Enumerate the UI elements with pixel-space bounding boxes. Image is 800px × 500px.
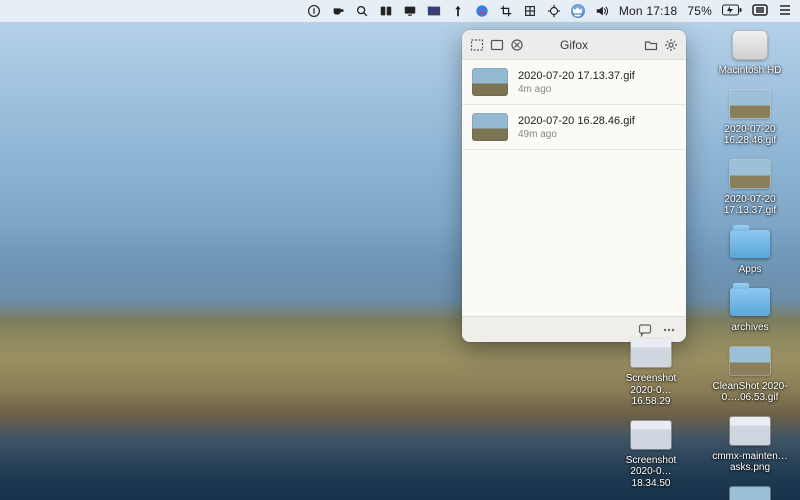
target-icon[interactable] bbox=[547, 4, 561, 18]
recording-item[interactable]: 2020-07-20 16.28.46.gif 49m ago bbox=[462, 105, 686, 150]
desktop-column-2: Macintosh HD 2020-07-20 16.28.46.gif 2020-… bbox=[710, 28, 790, 500]
file-glyph bbox=[726, 227, 774, 261]
more-icon[interactable] bbox=[662, 323, 676, 337]
menu-bar: Mon 17:18 75% bbox=[0, 0, 800, 22]
file-glyph bbox=[726, 414, 774, 448]
recording-filename: 2020-07-20 16.28.46.gif bbox=[518, 115, 635, 127]
gifox-popover-header: Gifox bbox=[462, 30, 686, 60]
gifox-popover: Gifox 2020-07-20 17.13.37.gif 4m ago 202… bbox=[462, 30, 686, 342]
notification-center-icon[interactable] bbox=[778, 3, 792, 20]
search-icon[interactable] bbox=[355, 4, 369, 18]
desktop-icon-label: CleanShot 2020-0….06.53.gif bbox=[711, 381, 789, 404]
flag-icon[interactable] bbox=[427, 4, 441, 18]
menu-bar-status-icons bbox=[307, 4, 609, 18]
desktop-icon[interactable]: Screenshot 2020-0…18.34.50 bbox=[611, 418, 691, 490]
desktop-icon[interactable]: archives bbox=[710, 285, 790, 334]
file-glyph bbox=[627, 418, 675, 452]
volume-icon[interactable] bbox=[595, 4, 609, 18]
desktop-icon-label: 2020-07-20 17.13.37.gif bbox=[711, 194, 789, 217]
safari-icon[interactable] bbox=[475, 4, 489, 18]
display-icon[interactable] bbox=[403, 4, 417, 18]
desktop-icon[interactable]: declutter-archives.gif bbox=[710, 484, 790, 500]
file-glyph bbox=[726, 344, 774, 378]
desktop-column-1: Screenshot 2020-0…16.58.29 Screenshot 202… bbox=[611, 336, 691, 500]
desktop-icon[interactable]: Macintosh HD bbox=[710, 28, 790, 77]
desktop-icon-label: Macintosh HD bbox=[719, 65, 782, 77]
desktop-icon[interactable]: cmmx-mainten…asks.png bbox=[710, 414, 790, 474]
desktop-icon-label: Apps bbox=[739, 264, 762, 276]
desktop-icon-label: archives bbox=[731, 322, 768, 334]
feedback-icon[interactable] bbox=[638, 323, 652, 337]
menu-bar-battery-percent[interactable]: 75% bbox=[687, 4, 712, 18]
desktop-icon[interactable]: CleanShot 2020-0….06.53.gif bbox=[710, 344, 790, 404]
file-glyph bbox=[726, 157, 774, 191]
recordings-list: 2020-07-20 17.13.37.gif 4m ago 2020-07-2… bbox=[462, 60, 686, 316]
desktop-icon[interactable]: 2020-07-20 17.13.37.gif bbox=[710, 157, 790, 217]
file-glyph bbox=[627, 336, 675, 370]
gifox-popover-title: Gifox bbox=[462, 38, 686, 52]
desktop-icon-label: 2020-07-20 16.28.46.gif bbox=[711, 124, 789, 147]
desktop-icon-label: cmmx-mainten…asks.png bbox=[711, 451, 789, 474]
recording-filename: 2020-07-20 17.13.37.gif bbox=[518, 70, 635, 82]
arrow-icon[interactable] bbox=[451, 4, 465, 18]
control-strip-icon[interactable] bbox=[752, 4, 768, 19]
crop-icon[interactable] bbox=[499, 4, 513, 18]
desktop-icon[interactable]: Apps bbox=[710, 227, 790, 276]
desktop-icon[interactable]: Screenshot 2020-0…16.58.29 bbox=[611, 336, 691, 408]
recording-age: 4m ago bbox=[518, 84, 635, 95]
file-glyph bbox=[726, 28, 774, 62]
recording-age: 49m ago bbox=[518, 129, 635, 140]
desktop-icon-label: Screenshot 2020-0…18.34.50 bbox=[612, 455, 690, 490]
menu-bar-clock[interactable]: Mon 17:18 bbox=[619, 4, 678, 18]
file-glyph bbox=[726, 285, 774, 319]
recording-thumb bbox=[472, 113, 508, 141]
coffee-icon[interactable] bbox=[331, 4, 345, 18]
grid-icon[interactable] bbox=[523, 4, 537, 18]
file-glyph bbox=[726, 484, 774, 500]
recording-item[interactable]: 2020-07-20 17.13.37.gif 4m ago bbox=[462, 60, 686, 105]
recording-thumb bbox=[472, 68, 508, 96]
onepassword-icon[interactable] bbox=[307, 4, 321, 18]
file-glyph bbox=[726, 87, 774, 121]
battery-charging-icon bbox=[722, 4, 742, 19]
desktop-icon[interactable]: 2020-07-20 16.28.46.gif bbox=[710, 87, 790, 147]
desktop-icon-label: Screenshot 2020-0…16.58.29 bbox=[612, 373, 690, 408]
gifox-menubar-icon[interactable] bbox=[571, 4, 585, 18]
window-icon[interactable] bbox=[379, 4, 393, 18]
